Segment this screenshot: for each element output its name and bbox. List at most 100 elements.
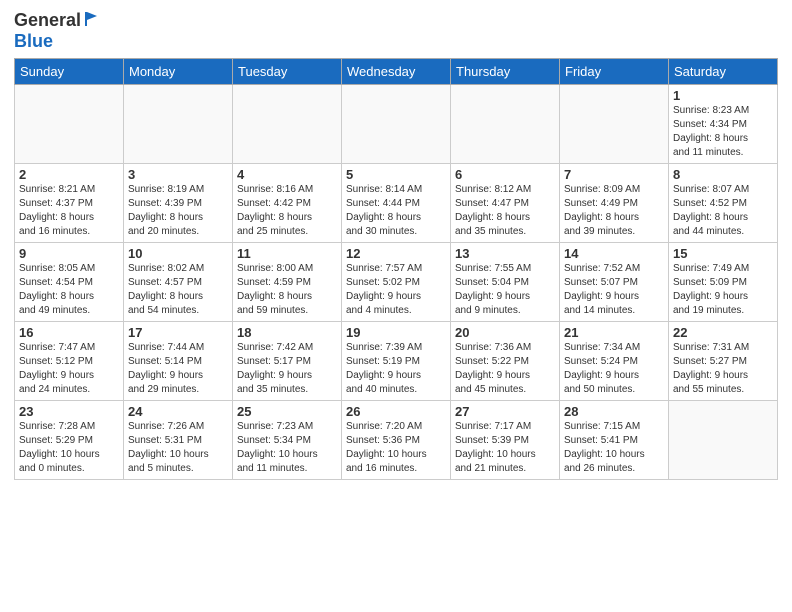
calendar-cell: 19Sunrise: 7:39 AM Sunset: 5:19 PM Dayli… <box>342 322 451 401</box>
calendar-cell: 20Sunrise: 7:36 AM Sunset: 5:22 PM Dayli… <box>451 322 560 401</box>
day-detail: Sunrise: 7:34 AM Sunset: 5:24 PM Dayligh… <box>564 341 664 397</box>
day-detail: Sunrise: 7:15 AM Sunset: 5:41 PM Dayligh… <box>564 420 664 476</box>
weekday-header: Saturday <box>669 59 778 85</box>
day-detail: Sunrise: 7:44 AM Sunset: 5:14 PM Dayligh… <box>128 341 228 397</box>
calendar-cell: 25Sunrise: 7:23 AM Sunset: 5:34 PM Dayli… <box>233 401 342 480</box>
day-detail: Sunrise: 8:21 AM Sunset: 4:37 PM Dayligh… <box>19 183 119 239</box>
logo-flag-icon <box>83 10 101 28</box>
page-container: General Blue SundayMondayTuesdayWednesda… <box>0 0 792 490</box>
day-number: 7 <box>564 167 664 182</box>
day-detail: Sunrise: 7:39 AM Sunset: 5:19 PM Dayligh… <box>346 341 446 397</box>
calendar-week-row: 23Sunrise: 7:28 AM Sunset: 5:29 PM Dayli… <box>15 401 778 480</box>
day-detail: Sunrise: 7:28 AM Sunset: 5:29 PM Dayligh… <box>19 420 119 476</box>
day-detail: Sunrise: 8:05 AM Sunset: 4:54 PM Dayligh… <box>19 262 119 318</box>
calendar-cell: 12Sunrise: 7:57 AM Sunset: 5:02 PM Dayli… <box>342 243 451 322</box>
day-number: 2 <box>19 167 119 182</box>
calendar-cell: 26Sunrise: 7:20 AM Sunset: 5:36 PM Dayli… <box>342 401 451 480</box>
calendar-cell: 7Sunrise: 8:09 AM Sunset: 4:49 PM Daylig… <box>560 164 669 243</box>
calendar-cell: 23Sunrise: 7:28 AM Sunset: 5:29 PM Dayli… <box>15 401 124 480</box>
weekday-header: Tuesday <box>233 59 342 85</box>
day-number: 5 <box>346 167 446 182</box>
day-number: 6 <box>455 167 555 182</box>
day-detail: Sunrise: 7:17 AM Sunset: 5:39 PM Dayligh… <box>455 420 555 476</box>
day-detail: Sunrise: 8:19 AM Sunset: 4:39 PM Dayligh… <box>128 183 228 239</box>
day-number: 26 <box>346 404 446 419</box>
calendar-cell <box>342 85 451 164</box>
calendar-cell <box>451 85 560 164</box>
day-number: 24 <box>128 404 228 419</box>
calendar-cell: 11Sunrise: 8:00 AM Sunset: 4:59 PM Dayli… <box>233 243 342 322</box>
logo: General Blue <box>14 10 101 52</box>
day-number: 8 <box>673 167 773 182</box>
weekday-header: Friday <box>560 59 669 85</box>
day-number: 12 <box>346 246 446 261</box>
logo-general: General <box>14 10 81 31</box>
day-detail: Sunrise: 8:23 AM Sunset: 4:34 PM Dayligh… <box>673 104 773 160</box>
day-number: 4 <box>237 167 337 182</box>
calendar-cell: 18Sunrise: 7:42 AM Sunset: 5:17 PM Dayli… <box>233 322 342 401</box>
day-number: 9 <box>19 246 119 261</box>
day-number: 21 <box>564 325 664 340</box>
calendar-cell: 6Sunrise: 8:12 AM Sunset: 4:47 PM Daylig… <box>451 164 560 243</box>
day-number: 1 <box>673 88 773 103</box>
day-detail: Sunrise: 8:16 AM Sunset: 4:42 PM Dayligh… <box>237 183 337 239</box>
calendar-cell <box>233 85 342 164</box>
calendar-cell: 4Sunrise: 8:16 AM Sunset: 4:42 PM Daylig… <box>233 164 342 243</box>
weekday-header: Thursday <box>451 59 560 85</box>
calendar-cell: 14Sunrise: 7:52 AM Sunset: 5:07 PM Dayli… <box>560 243 669 322</box>
day-number: 17 <box>128 325 228 340</box>
calendar-cell: 5Sunrise: 8:14 AM Sunset: 4:44 PM Daylig… <box>342 164 451 243</box>
calendar-table: SundayMondayTuesdayWednesdayThursdayFrid… <box>14 58 778 480</box>
calendar-week-row: 1Sunrise: 8:23 AM Sunset: 4:34 PM Daylig… <box>15 85 778 164</box>
calendar-week-row: 16Sunrise: 7:47 AM Sunset: 5:12 PM Dayli… <box>15 322 778 401</box>
day-detail: Sunrise: 8:07 AM Sunset: 4:52 PM Dayligh… <box>673 183 773 239</box>
calendar-cell: 22Sunrise: 7:31 AM Sunset: 5:27 PM Dayli… <box>669 322 778 401</box>
calendar-cell <box>560 85 669 164</box>
day-number: 25 <box>237 404 337 419</box>
day-detail: Sunrise: 7:26 AM Sunset: 5:31 PM Dayligh… <box>128 420 228 476</box>
day-number: 15 <box>673 246 773 261</box>
day-number: 16 <box>19 325 119 340</box>
day-detail: Sunrise: 8:09 AM Sunset: 4:49 PM Dayligh… <box>564 183 664 239</box>
calendar-header-row: SundayMondayTuesdayWednesdayThursdayFrid… <box>15 59 778 85</box>
day-number: 27 <box>455 404 555 419</box>
calendar-cell: 27Sunrise: 7:17 AM Sunset: 5:39 PM Dayli… <box>451 401 560 480</box>
day-number: 20 <box>455 325 555 340</box>
calendar-cell <box>15 85 124 164</box>
day-detail: Sunrise: 7:20 AM Sunset: 5:36 PM Dayligh… <box>346 420 446 476</box>
calendar-cell: 28Sunrise: 7:15 AM Sunset: 5:41 PM Dayli… <box>560 401 669 480</box>
day-number: 23 <box>19 404 119 419</box>
day-detail: Sunrise: 8:12 AM Sunset: 4:47 PM Dayligh… <box>455 183 555 239</box>
day-detail: Sunrise: 8:02 AM Sunset: 4:57 PM Dayligh… <box>128 262 228 318</box>
calendar-cell: 21Sunrise: 7:34 AM Sunset: 5:24 PM Dayli… <box>560 322 669 401</box>
logo-blue: Blue <box>14 31 53 51</box>
calendar-cell: 8Sunrise: 8:07 AM Sunset: 4:52 PM Daylig… <box>669 164 778 243</box>
day-detail: Sunrise: 7:52 AM Sunset: 5:07 PM Dayligh… <box>564 262 664 318</box>
weekday-header: Sunday <box>15 59 124 85</box>
day-detail: Sunrise: 7:55 AM Sunset: 5:04 PM Dayligh… <box>455 262 555 318</box>
day-detail: Sunrise: 7:36 AM Sunset: 5:22 PM Dayligh… <box>455 341 555 397</box>
day-detail: Sunrise: 7:31 AM Sunset: 5:27 PM Dayligh… <box>673 341 773 397</box>
weekday-header: Wednesday <box>342 59 451 85</box>
day-detail: Sunrise: 7:42 AM Sunset: 5:17 PM Dayligh… <box>237 341 337 397</box>
calendar-cell: 3Sunrise: 8:19 AM Sunset: 4:39 PM Daylig… <box>124 164 233 243</box>
day-number: 14 <box>564 246 664 261</box>
calendar-cell: 16Sunrise: 7:47 AM Sunset: 5:12 PM Dayli… <box>15 322 124 401</box>
calendar-week-row: 2Sunrise: 8:21 AM Sunset: 4:37 PM Daylig… <box>15 164 778 243</box>
day-detail: Sunrise: 7:23 AM Sunset: 5:34 PM Dayligh… <box>237 420 337 476</box>
day-number: 13 <box>455 246 555 261</box>
calendar-cell <box>124 85 233 164</box>
calendar-cell: 13Sunrise: 7:55 AM Sunset: 5:04 PM Dayli… <box>451 243 560 322</box>
day-detail: Sunrise: 7:49 AM Sunset: 5:09 PM Dayligh… <box>673 262 773 318</box>
day-number: 10 <box>128 246 228 261</box>
calendar-cell: 1Sunrise: 8:23 AM Sunset: 4:34 PM Daylig… <box>669 85 778 164</box>
day-detail: Sunrise: 7:47 AM Sunset: 5:12 PM Dayligh… <box>19 341 119 397</box>
calendar-cell: 17Sunrise: 7:44 AM Sunset: 5:14 PM Dayli… <box>124 322 233 401</box>
day-detail: Sunrise: 8:00 AM Sunset: 4:59 PM Dayligh… <box>237 262 337 318</box>
calendar-week-row: 9Sunrise: 8:05 AM Sunset: 4:54 PM Daylig… <box>15 243 778 322</box>
calendar-cell: 24Sunrise: 7:26 AM Sunset: 5:31 PM Dayli… <box>124 401 233 480</box>
day-number: 22 <box>673 325 773 340</box>
day-number: 28 <box>564 404 664 419</box>
calendar-cell: 9Sunrise: 8:05 AM Sunset: 4:54 PM Daylig… <box>15 243 124 322</box>
calendar-cell <box>669 401 778 480</box>
